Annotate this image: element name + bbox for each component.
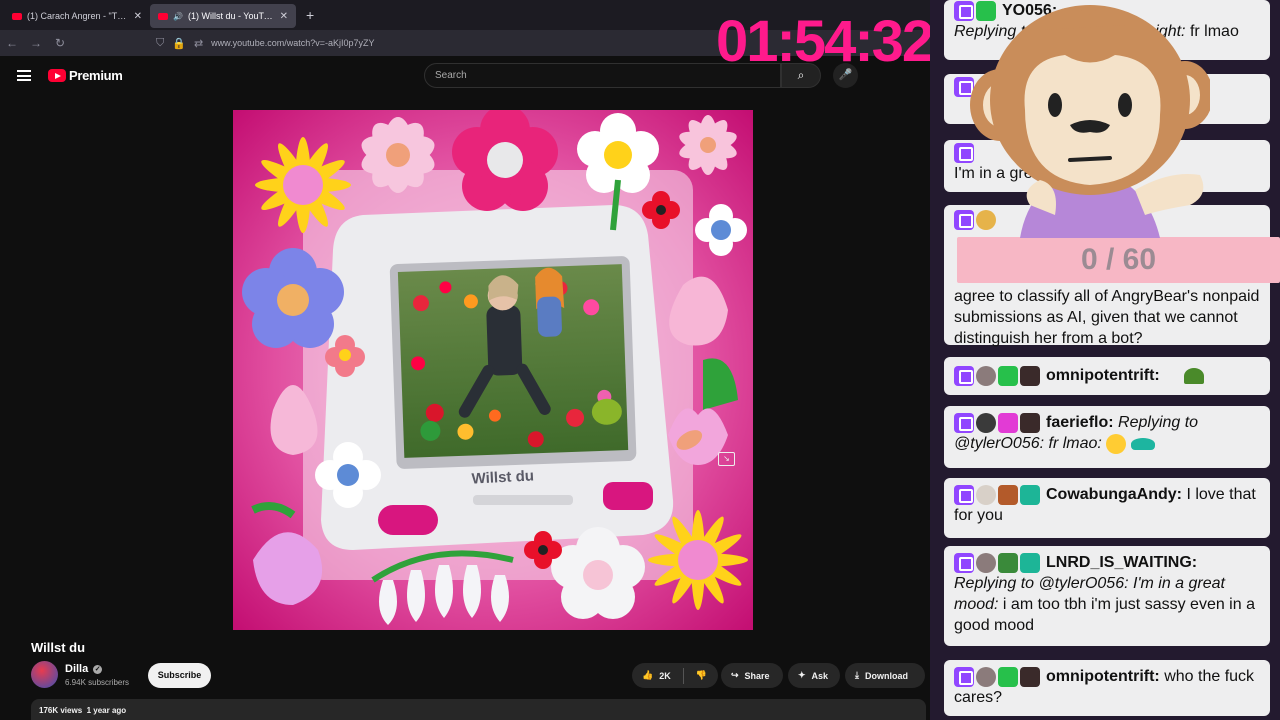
sparkle-icon: ✦ <box>798 670 806 680</box>
emote-icon <box>1184 367 1205 384</box>
ask-label: Ask <box>811 670 829 681</box>
tab-title: (1) Willst du - YouTube <box>187 11 275 21</box>
subscribe-button[interactable]: Subscribe <box>148 663 211 688</box>
youtube-favicon-icon <box>158 12 168 20</box>
download-button[interactable]: ⤓ Download <box>845 663 925 688</box>
youtube-premium-logo[interactable]: Premium <box>48 68 123 83</box>
hamburger-menu-icon[interactable] <box>17 70 31 81</box>
share-button[interactable]: ↪ Share <box>721 663 783 688</box>
back-icon[interactable]: ← <box>0 36 24 50</box>
badge-group <box>954 412 1040 433</box>
chat-text: i am too tbh i'm just sassy even in a go… <box>954 596 1255 634</box>
chat-message: CowabungaAndy: I love that for you <box>944 478 1270 538</box>
channel-avatar[interactable] <box>31 661 58 688</box>
user-avatar-icon <box>976 365 996 386</box>
laughing-emote-icon <box>1106 433 1127 454</box>
like-icon[interactable]: 👍 <box>642 670 653 681</box>
badge-group <box>954 666 1040 687</box>
mod-sword-icon <box>998 666 1018 687</box>
twitch-icon <box>954 666 974 687</box>
chat-message: omnipotentrift: who the fuck cares? <box>944 660 1270 716</box>
sub-badge-icon <box>998 552 1018 573</box>
download-label: Download <box>864 670 908 681</box>
subscriber-count: 6.94K subscribers <box>65 678 130 687</box>
forward-icon[interactable]: → <box>24 36 48 50</box>
chat-username: omnipotentrift: <box>1046 668 1160 685</box>
twitch-icon <box>954 552 974 573</box>
shield-icon[interactable]: ⛉ <box>156 37 164 50</box>
url-text[interactable]: www.youtube.com/watch?v=-aKjI0p7yZY <box>211 38 374 48</box>
browser-window: (1) Carach Angren - "The Resurr ✕ 🔊 (1) … <box>0 0 930 720</box>
upload-age: 1 year ago <box>86 706 127 715</box>
share-label: Share <box>744 670 770 681</box>
twitch-icon <box>954 365 974 386</box>
logo-text: Premium <box>69 68 123 83</box>
sub-badge-icon <box>1020 666 1040 687</box>
share-icon: ↪ <box>731 670 739 680</box>
chat-message: omnipotentrift: <box>944 357 1270 395</box>
speaker-icon[interactable]: 🔊 <box>173 12 183 21</box>
user-avatar-icon <box>976 552 996 573</box>
user-avatar-icon <box>976 412 996 433</box>
tab-carach-angren[interactable]: (1) Carach Angren - "The Resurr ✕ <box>4 4 150 28</box>
chat-username: LNRD_IS_WAITING: <box>1046 554 1198 571</box>
new-tab-button[interactable]: + <box>306 7 314 23</box>
dislike-icon[interactable]: 👎 <box>696 670 707 681</box>
album-art: Willst du <box>233 110 753 630</box>
chat-message: faerieflo: Replying to @tylerO056: fr lm… <box>944 406 1270 468</box>
chat-message: LNRD_IS_WAITING: Replying to @tylerO056:… <box>944 546 1270 646</box>
divider <box>682 667 684 684</box>
chat-username: omnipotentrift: <box>1046 367 1160 384</box>
permissions-icon[interactable]: ⇄ <box>194 37 203 50</box>
miniplayer-icon[interactable]: ↘ <box>718 452 735 466</box>
badge-group <box>954 365 1040 386</box>
close-tab-icon[interactable]: ✕ <box>280 11 288 22</box>
youtube-play-icon <box>48 69 66 82</box>
video-title: Willst du <box>31 640 86 655</box>
sub-badge-icon <box>998 484 1018 505</box>
stream-timer: 01:54:32 <box>716 9 934 74</box>
chat-username: faerieflo: <box>1046 414 1114 431</box>
badge-group <box>954 552 1040 573</box>
verified-check-icon: ✓ <box>93 664 103 674</box>
gem-icon <box>1020 484 1040 505</box>
view-count: 176K views <box>39 706 83 715</box>
monitor-label: Willst du <box>471 467 534 487</box>
like-count[interactable]: 2K <box>659 671 671 681</box>
youtube-favicon-icon <box>12 12 22 20</box>
close-tab-icon[interactable]: ✕ <box>134 11 142 22</box>
user-avatar-icon <box>976 484 996 505</box>
monkey-mascot-overlay <box>970 5 1210 238</box>
tab-willst-du[interactable]: 🔊 (1) Willst du - YouTube ✕ <box>150 4 296 28</box>
chat-username: CowabungaAndy: <box>1046 486 1182 503</box>
twitch-icon <box>954 484 974 505</box>
reload-icon[interactable]: ↻ <box>48 36 72 50</box>
like-dislike-group: 👍 2K 👎 <box>632 663 718 688</box>
emote-icon <box>1130 437 1155 450</box>
download-icon: ⤓ <box>855 670 859 680</box>
tab-title: (1) Carach Angren - "The Resurr <box>27 11 129 21</box>
chat-text: agree to classify all of AngryBear's non… <box>954 288 1260 347</box>
ask-button[interactable]: ✦ Ask <box>788 663 840 688</box>
badge-group <box>954 484 1040 505</box>
gem-icon <box>998 412 1018 433</box>
retro-monitor: Willst du <box>321 205 674 550</box>
gem-icon <box>1020 552 1040 573</box>
description-box[interactable]: 176K views 1 year ago <box>31 699 926 720</box>
video-player[interactable]: Willst du <box>233 110 753 630</box>
lock-icon[interactable]: 🔒 <box>172 37 186 50</box>
sub-badge-icon <box>1020 412 1040 433</box>
user-avatar-icon <box>976 666 996 687</box>
channel-name[interactable]: Dilla <box>65 663 88 675</box>
sub-badge-icon <box>1020 365 1040 386</box>
submission-counter: 0 / 60 <box>957 237 1280 283</box>
channel-name-row[interactable]: Dilla ✓ <box>65 663 103 675</box>
twitch-icon <box>954 412 974 433</box>
mod-sword-icon <box>998 365 1018 386</box>
address-bar[interactable]: ⛉ 🔒 ⇄ www.youtube.com/watch?v=-aKjI0p7yZ… <box>156 37 375 50</box>
